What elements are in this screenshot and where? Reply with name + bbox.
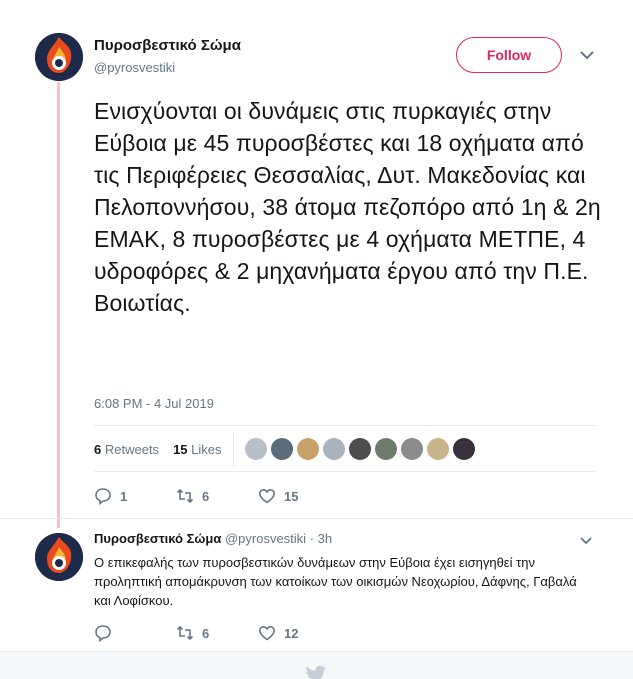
tweet-timestamp[interactable]: 6:08 PM - 4 Jul 2019 <box>94 396 214 411</box>
tweet-actions: 1 6 15 <box>94 487 340 505</box>
like-button[interactable]: 12 <box>258 624 340 642</box>
divider <box>233 432 234 468</box>
heart-icon <box>258 625 276 641</box>
liker-avatar[interactable] <box>271 438 293 460</box>
divider <box>0 518 633 519</box>
liker-avatar[interactable] <box>323 438 345 460</box>
avatar[interactable] <box>35 33 83 81</box>
liker-avatar[interactable] <box>349 438 371 460</box>
reply-text: Ο επικεφαλής των πυροσβεστικών δυνάμεων … <box>94 555 577 608</box>
liker-avatar[interactable] <box>427 438 449 460</box>
reply-author-name[interactable]: Πυροσβεστικό Σώμα <box>94 531 221 546</box>
likes-stat[interactable]: 15 Likes <box>173 442 221 457</box>
avatar[interactable] <box>35 533 83 581</box>
retweet-icon <box>176 625 194 641</box>
tweet-text: Ενισχύονται οι δυνάμεις στις πυρκαγιές σ… <box>94 98 601 316</box>
reply-button[interactable]: 1 <box>94 487 176 505</box>
retweet-button[interactable]: 6 <box>176 624 258 642</box>
liker-avatars <box>245 438 475 460</box>
liker-avatar[interactable] <box>245 438 267 460</box>
reply-icon <box>95 488 111 505</box>
chevron-down-icon[interactable] <box>579 536 593 546</box>
tweet-stats: 6 Retweets 15 Likes <box>94 442 222 457</box>
reply-actions: 6 12 <box>94 624 340 642</box>
reply-icon <box>95 625 111 642</box>
liker-avatar[interactable] <box>401 438 423 460</box>
follow-button[interactable]: Follow <box>456 37 562 73</box>
retweets-stat[interactable]: 6 Retweets <box>94 442 159 457</box>
author-handle[interactable]: @pyrosvestiki <box>94 60 175 75</box>
divider <box>94 425 596 426</box>
chevron-down-icon[interactable] <box>579 49 595 61</box>
divider <box>94 471 596 472</box>
reply-time[interactable]: · 3h <box>310 531 332 546</box>
liker-avatar[interactable] <box>375 438 397 460</box>
reply-header: Πυροσβεστικό Σώμα @pyrosvestiki · 3h <box>94 531 332 546</box>
author-name[interactable]: Πυροσβεστικό Σώμα <box>94 37 241 54</box>
retweet-icon <box>176 488 194 504</box>
twitter-bird-icon[interactable] <box>305 665 327 679</box>
reply-button[interactable] <box>94 624 176 642</box>
heart-icon <box>258 488 276 504</box>
reply-author-handle[interactable]: @pyrosvestiki <box>225 531 306 546</box>
liker-avatar[interactable] <box>453 438 475 460</box>
liker-avatar[interactable] <box>297 438 319 460</box>
thread-connector <box>57 82 60 528</box>
retweet-button[interactable]: 6 <box>176 487 258 505</box>
like-button[interactable]: 15 <box>258 487 340 505</box>
